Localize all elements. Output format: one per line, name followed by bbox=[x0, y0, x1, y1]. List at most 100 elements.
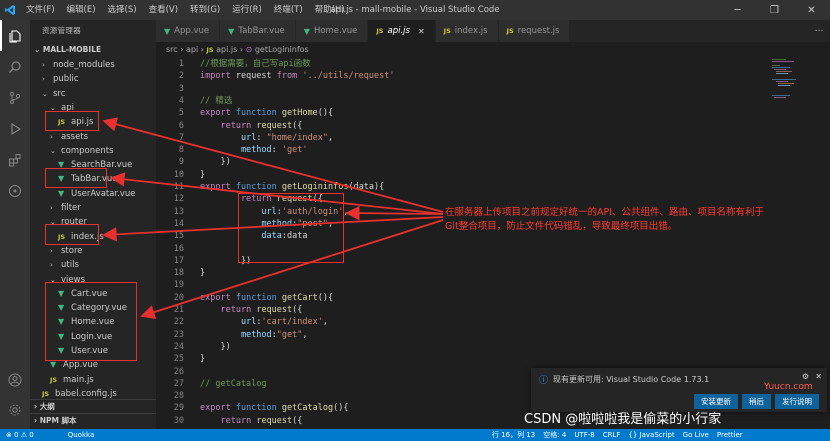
close-window-icon[interactable]: ✕ bbox=[793, 0, 830, 20]
quokka-status[interactable]: Quokka bbox=[68, 429, 95, 441]
breadcrumb-api[interactable]: api bbox=[186, 45, 198, 54]
prettier-status[interactable]: Prettier bbox=[717, 429, 743, 441]
menu-file[interactable]: 文件(F) bbox=[20, 0, 61, 20]
tree-item[interactable]: JS main.js bbox=[30, 373, 156, 387]
menu-terminal[interactable]: 终端(T) bbox=[268, 0, 309, 20]
code-line[interactable]: url:'cart/index', bbox=[200, 316, 328, 328]
breadcrumb-symbol[interactable]: getLogininfos bbox=[255, 45, 309, 54]
tree-item[interactable]: › utils bbox=[30, 258, 156, 272]
run-debug-icon[interactable] bbox=[0, 113, 30, 144]
code-line[interactable]: } bbox=[200, 169, 205, 181]
cursor-position-status[interactable]: 行 16，列 13 bbox=[492, 429, 535, 441]
code-line[interactable]: // getCatalog bbox=[200, 378, 267, 390]
close-tab-icon[interactable]: ✕ bbox=[418, 27, 425, 36]
tree-item-label: src bbox=[53, 88, 66, 99]
later-button[interactable]: 稍后 bbox=[742, 394, 771, 409]
code-line[interactable]: return request({ bbox=[200, 415, 302, 427]
menu-edit[interactable]: 编辑(E) bbox=[61, 0, 102, 20]
more-actions-icon[interactable]: ⋯ bbox=[808, 20, 830, 42]
minimap[interactable] bbox=[768, 57, 818, 117]
code-line[interactable]: import request from '../utils/request' bbox=[200, 70, 395, 82]
tab-home-vue[interactable]: ▼ Home.vue bbox=[295, 20, 369, 42]
tree-item[interactable]: ▼ UserAvatar.vue bbox=[30, 187, 156, 201]
eol-status[interactable]: CRLF bbox=[603, 429, 621, 441]
extensions-icon[interactable] bbox=[0, 144, 30, 175]
code-line[interactable]: export function getCart(){ bbox=[200, 292, 333, 304]
code-line[interactable]: url: "home/index", bbox=[200, 132, 333, 144]
csdn-watermark: CSDN @啦啦啦我是偷菜的小行家 bbox=[524, 412, 722, 427]
code-line[interactable]: } bbox=[200, 353, 205, 365]
project-header[interactable]: ⌄ MALL-MOBILE bbox=[30, 42, 156, 58]
breadcrumb-src[interactable]: src bbox=[166, 45, 178, 54]
tab-api-js[interactable]: JS api.js ✕ bbox=[368, 20, 436, 42]
line-number: 29 bbox=[173, 403, 184, 414]
menu-go[interactable]: 转到(G) bbox=[184, 0, 226, 20]
breadcrumb-file[interactable]: api.js bbox=[216, 45, 237, 54]
code-line[interactable]: // 精选 bbox=[200, 95, 232, 107]
source-control-icon[interactable] bbox=[0, 82, 30, 113]
line-number: 10 bbox=[173, 169, 184, 180]
tree-item[interactable]: › public bbox=[30, 72, 156, 86]
tab-index-js[interactable]: JS index.js bbox=[435, 20, 499, 42]
line-number: 23 bbox=[173, 329, 184, 340]
line-number: 13 bbox=[173, 206, 184, 217]
chevron-down-icon: ⌄ bbox=[34, 45, 43, 54]
code-line[interactable]: } bbox=[200, 267, 205, 279]
tab-request-js[interactable]: JS request.js bbox=[498, 20, 571, 42]
tree-item[interactable]: ⌄ src bbox=[30, 87, 156, 101]
code-line[interactable]: return request({ bbox=[200, 304, 302, 316]
activity-bar bbox=[0, 20, 30, 429]
tree-item[interactable]: › assets bbox=[30, 130, 156, 144]
install-update-button[interactable]: 安装更新 bbox=[694, 394, 738, 409]
tab-label: index.js bbox=[454, 26, 488, 36]
release-notes-button[interactable]: 发行说明 bbox=[775, 394, 819, 409]
tab-app-vue[interactable]: ▼ App.vue bbox=[156, 20, 221, 42]
tree-item-label: components bbox=[61, 145, 114, 156]
code-line[interactable]: //根据需要，自己写api函数 bbox=[200, 58, 311, 70]
tree-item[interactable]: › filter bbox=[30, 201, 156, 215]
chevron-right-icon: › bbox=[42, 61, 45, 69]
menu-help[interactable]: 帮助(H) bbox=[309, 0, 351, 20]
tree-item[interactable]: › store bbox=[30, 244, 156, 258]
git-graph-icon[interactable] bbox=[0, 175, 30, 206]
go-live-status[interactable]: Go Live bbox=[683, 429, 709, 441]
code-line[interactable]: export function getHome(){ bbox=[200, 107, 333, 119]
js-file-icon: JS bbox=[376, 27, 384, 35]
js-file-icon: JS bbox=[206, 46, 214, 54]
account-icon[interactable] bbox=[0, 366, 30, 394]
js-file-icon: JS bbox=[443, 27, 451, 35]
indentation-status[interactable]: 空格: 4 bbox=[543, 429, 566, 441]
code-line[interactable]: method: 'get' bbox=[200, 144, 308, 156]
code-line[interactable]: method:"get", bbox=[200, 329, 308, 341]
line-number: 28 bbox=[173, 391, 184, 402]
language-status[interactable]: {} JavaScript bbox=[628, 429, 674, 441]
maximize-icon[interactable]: ❐ bbox=[756, 0, 793, 20]
tree-item[interactable]: › node_modules bbox=[30, 58, 156, 72]
problems-status[interactable]: ⊗ 0 ⚠ 0 bbox=[6, 429, 34, 441]
explorer-icon[interactable] bbox=[0, 20, 30, 51]
line-number: 11 bbox=[173, 182, 184, 192]
code-line[interactable]: return request({ bbox=[200, 120, 302, 132]
code-line[interactable]: }) bbox=[200, 341, 230, 353]
chevron-right-icon: › bbox=[42, 75, 45, 84]
outline-section[interactable]: › 大纲 bbox=[30, 399, 156, 413]
menu-view[interactable]: 查看(V) bbox=[143, 0, 184, 20]
notification-close-icon[interactable]: ✕ bbox=[815, 372, 822, 381]
tab-tabbar-vue[interactable]: ▼ TabBar.vue bbox=[220, 20, 296, 42]
encoding-status[interactable]: UTF-8 bbox=[574, 429, 594, 441]
code-line[interactable]: export function getLogininfos(data){ bbox=[200, 181, 384, 193]
explorer-header: 资源管理器 bbox=[42, 26, 81, 35]
code-line[interactable]: }) bbox=[200, 156, 230, 168]
manage-gear-icon[interactable] bbox=[0, 396, 30, 424]
npm-scripts-section[interactable]: › NPM 脚本 bbox=[30, 413, 156, 427]
notification-settings-icon[interactable]: ⚙ bbox=[802, 372, 809, 381]
chevron-down-icon: ⌄ bbox=[42, 89, 48, 98]
menu-selection[interactable]: 选择(S) bbox=[102, 0, 143, 20]
minimize-icon[interactable]: ─ bbox=[719, 0, 756, 20]
code-line[interactable]: export function getCatalog(){ bbox=[200, 402, 348, 414]
tree-item[interactable]: ⌄ components bbox=[30, 144, 156, 158]
editor-tabs: ▼ App.vue ▼ TabBar.vue ▼ Home.vue JS api.js ✕… bbox=[156, 20, 830, 42]
menu-run[interactable]: 运行(R) bbox=[226, 0, 268, 20]
line-number: 27 bbox=[173, 378, 184, 389]
search-icon[interactable] bbox=[0, 51, 30, 82]
